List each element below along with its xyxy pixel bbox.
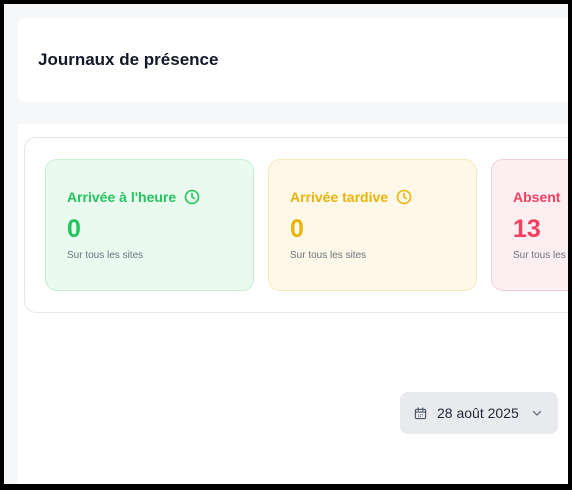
stat-card-late: Arrivée tardive 0 Sur tous les sites [268, 159, 477, 291]
app-window: Journaux de présence Arrivée à l'heure 0… [4, 4, 568, 484]
stat-card-on-time: Arrivée à l'heure 0 Sur tous les sites [45, 159, 254, 291]
stat-subtitle: Sur tous les sites [67, 250, 144, 261]
clock-icon [396, 189, 412, 205]
stat-value: 0 [290, 215, 304, 243]
stat-subtitle: Sur tous les sites [290, 250, 367, 261]
stat-value: 0 [67, 215, 81, 243]
main-content: Arrivée à l'heure 0 Sur tous les sites A… [18, 124, 568, 484]
calendar-icon [414, 406, 427, 420]
clock-icon [184, 189, 200, 205]
stat-label: Absent [513, 189, 561, 205]
stat-value: 13 [513, 215, 541, 243]
stat-label: Arrivée tardive [290, 189, 389, 205]
date-value: 28 août 2025 [437, 405, 519, 421]
stat-label: Arrivée à l'heure [67, 189, 177, 205]
stat-label-row: Arrivée à l'heure [67, 189, 200, 205]
stat-label-row: Absent [513, 189, 560, 205]
page-header: Journaux de présence [18, 18, 568, 102]
stat-subtitle: Sur tous les sites [513, 250, 568, 261]
stats-panel: Arrivée à l'heure 0 Sur tous les sites A… [24, 137, 568, 313]
page-title: Journaux de présence [38, 50, 219, 69]
stat-card-absent: Absent 13 Sur tous les sites [491, 159, 568, 291]
date-picker-button[interactable]: 28 août 2025 [400, 392, 558, 434]
stat-label-row: Arrivée tardive [290, 189, 412, 205]
chevron-down-icon [531, 407, 543, 419]
